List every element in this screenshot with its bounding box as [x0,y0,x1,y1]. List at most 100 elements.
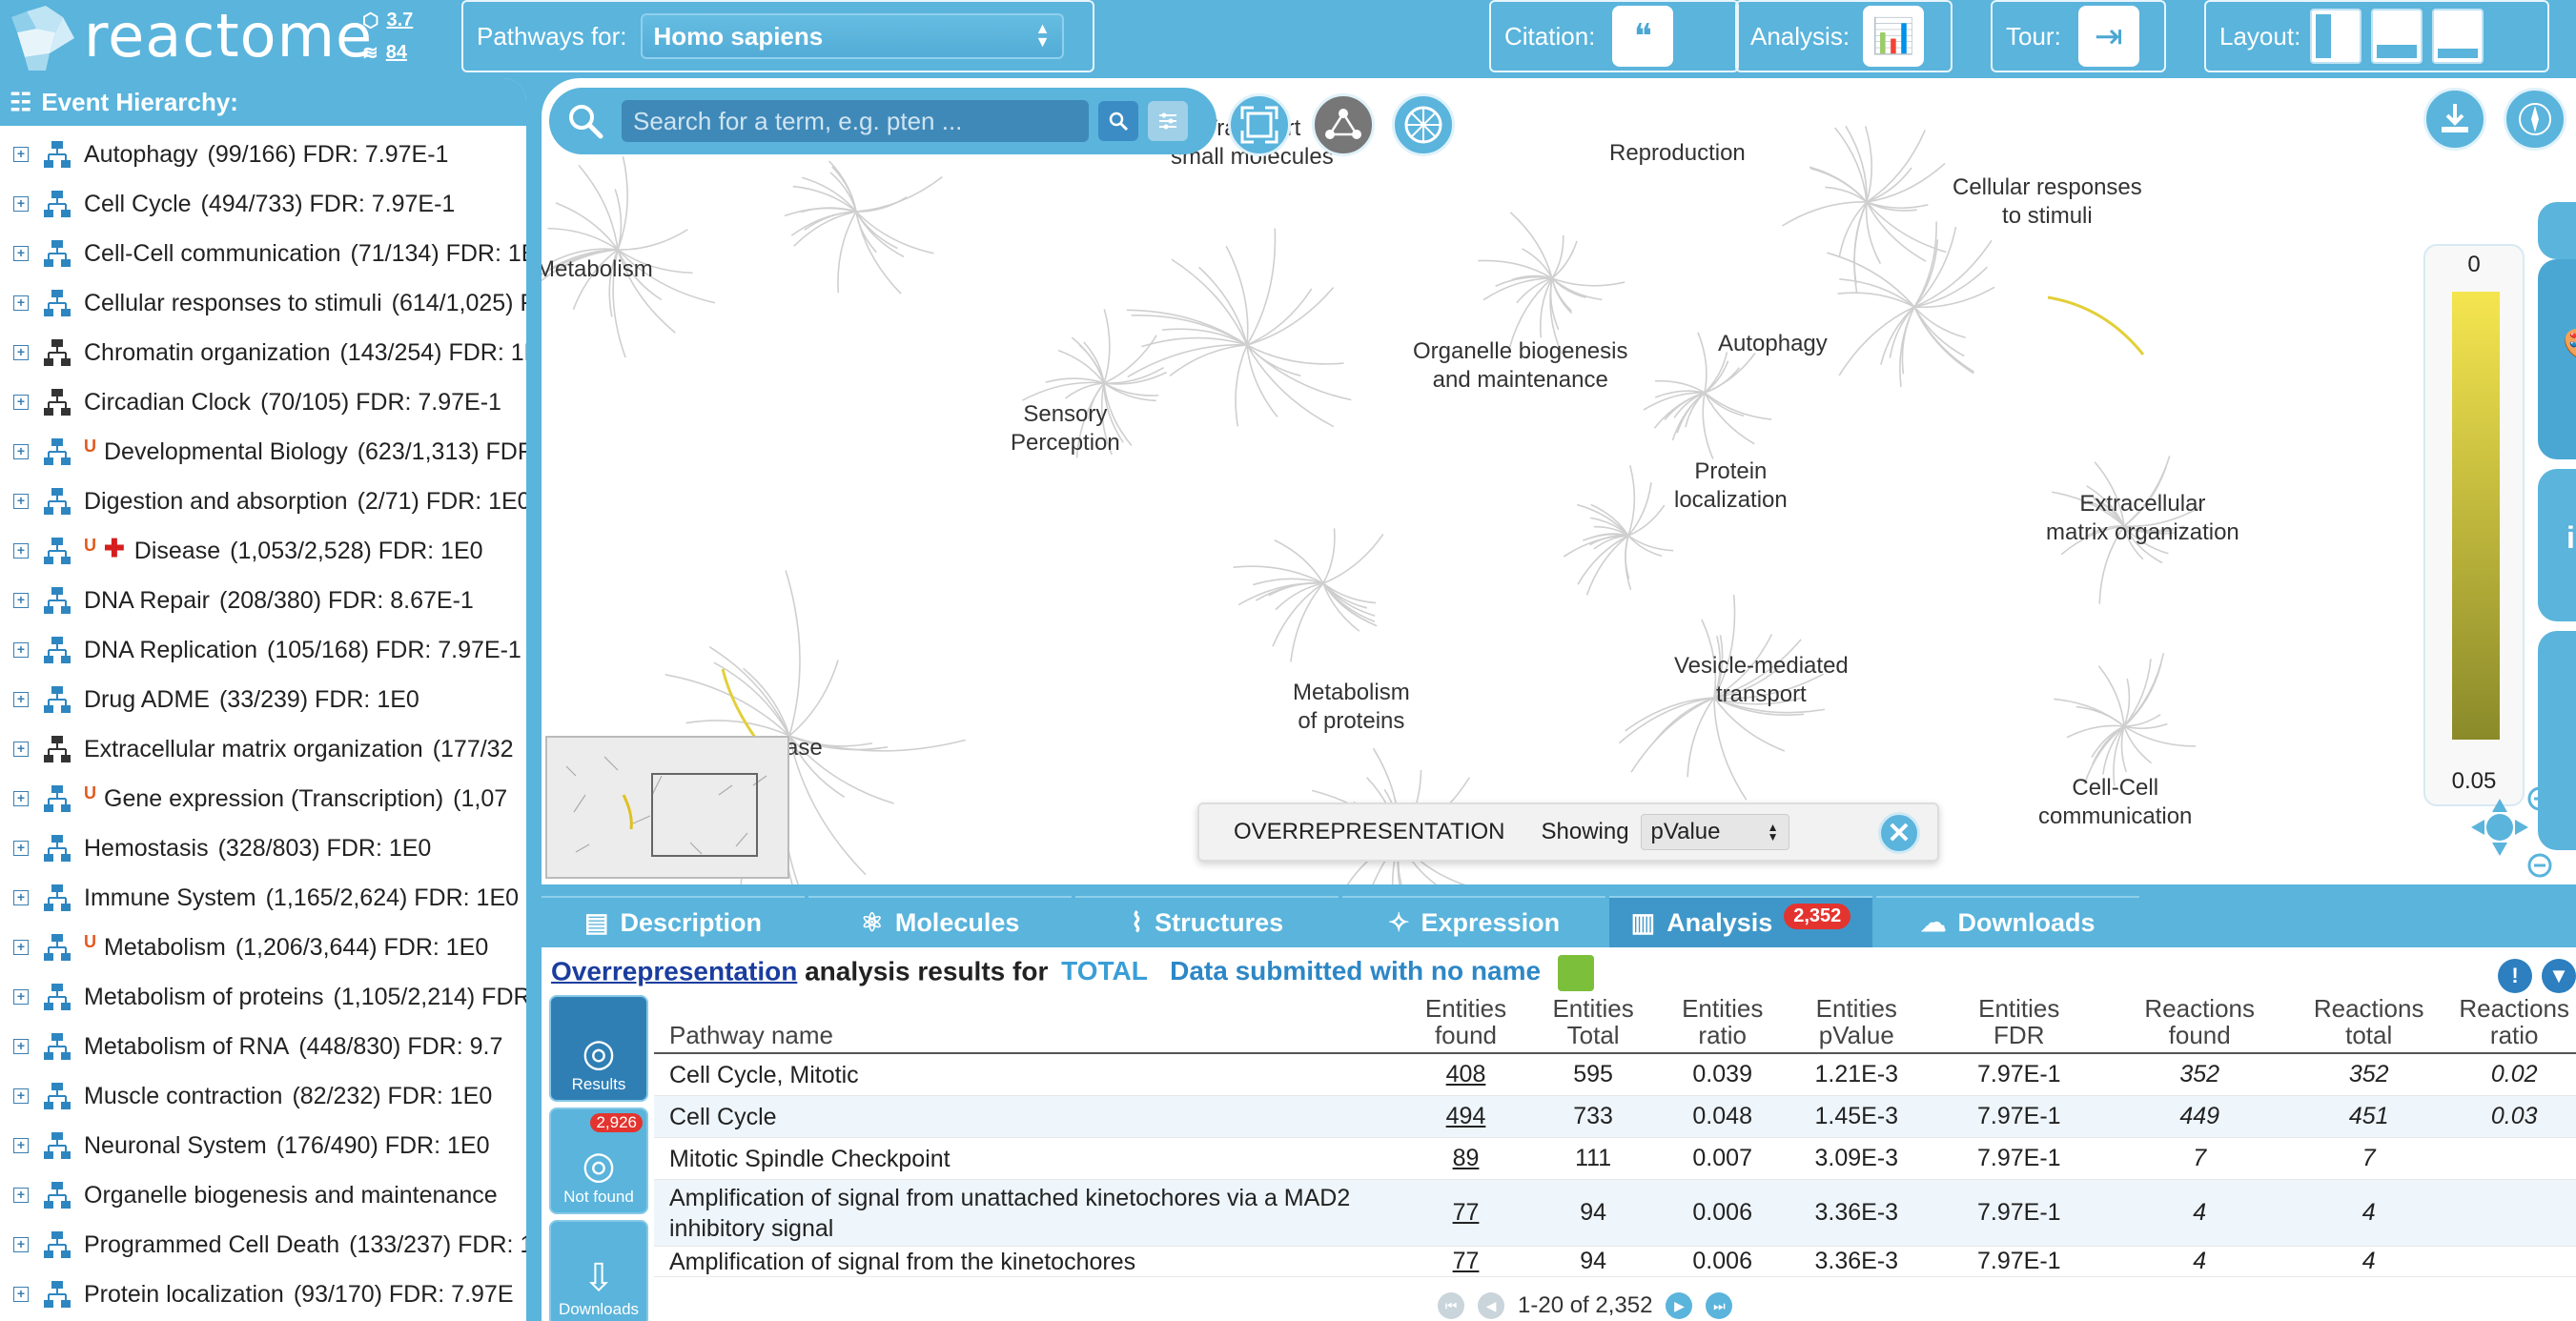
tree-item[interactable]: + Digestion and absorption (2/71) FDR: 1E0 [0,477,526,526]
expand-icon[interactable]: + [13,147,29,162]
side-tab-settings[interactable] [2538,202,2576,259]
species-dropdown[interactable]: Homo sapiens ▲ ▼ [640,13,1064,59]
expand-icon[interactable]: + [13,1138,29,1153]
downloads-button[interactable]: ⇩ Downloads [549,1220,648,1321]
expand-icon[interactable]: + [13,989,29,1005]
table-row[interactable]: Mitotic Spindle Checkpoint 89 111 0.007 3.09… [654,1138,2576,1180]
next-page-icon[interactable]: ▶ [1666,1292,1693,1319]
reactome-logo[interactable]: reactome [8,1,373,72]
tree-item[interactable]: + Metabolism of RNA (448/830) FDR: 9.7 [0,1022,526,1071]
search-button-icon[interactable] [1098,101,1138,141]
tree-item[interactable]: + DNA Replication (105/168) FDR: 7.97E-1 [0,625,526,675]
expand-icon[interactable]: + [13,395,29,410]
prev-page-icon[interactable]: ◀ [1478,1292,1504,1319]
expand-icon[interactable]: + [13,841,29,856]
fit-diagram-icon[interactable] [1228,93,1291,156]
not-found-button[interactable]: 2,926 ◎ Not found [549,1108,648,1214]
tab-description[interactable]: ▤ Description [542,896,805,947]
label-metabolism-proteins[interactable]: Metabolism of proteins [1293,679,1410,736]
expand-icon[interactable]: + [13,742,29,757]
tree-item[interactable]: + U Gene expression (Transcription) (1,07 [0,774,526,823]
label-protein-localization[interactable]: Protein localization [1674,457,1788,515]
expand-icon[interactable]: + [13,246,29,261]
tree-item[interactable]: + Immune System (1,165/2,624) FDR: 1E0 [0,873,526,923]
expand-icon[interactable]: + [13,295,29,311]
entities-found-link[interactable]: 494 [1401,1103,1531,1130]
tree-item[interactable]: + Muscle contraction (82/232) FDR: 1E0 [0,1071,526,1121]
compass-icon[interactable] [2504,88,2566,151]
filter-icon[interactable]: ▼ [2542,959,2576,993]
overrepresentation-link[interactable]: Overrepresentation [551,956,797,986]
search-icon[interactable] [559,94,612,148]
tree-item[interactable]: + U Developmental Biology (623/1,313) FDR: … [0,427,526,477]
column-header[interactable]: Reactions total [2285,995,2452,1048]
tree-item[interactable]: + DNA Repair (208/380) FDR: 8.67E-1 [0,576,526,625]
tree-item[interactable]: + Drug ADME (33/239) FDR: 1E0 [0,675,526,724]
tree-item[interactable]: + Organelle biogenesis and maintenance [0,1170,526,1220]
tree-item[interactable]: + Protein localization (93/170) FDR: 7.97E [0,1270,526,1319]
expand-icon[interactable]: + [13,444,29,459]
network-icon[interactable] [1312,93,1375,156]
label-ecm[interactable]: Extracellular matrix organization [2046,490,2239,547]
tree-item[interactable]: + Metabolism of proteins (1,105/2,214) FDR… [0,972,526,1022]
entities-found-link[interactable]: 408 [1401,1061,1531,1088]
tree-item[interactable]: + Neuronal System (176/490) FDR: 1E0 [0,1121,526,1170]
column-header[interactable]: Entities found [1401,995,1531,1048]
tree-item[interactable]: + Circadian Clock (70/105) FDR: 7.97E-1 [0,377,526,427]
results-button[interactable]: ◎ Results [549,995,648,1102]
entities-found-link[interactable]: 77 [1401,1199,1531,1227]
label-cell-cell[interactable]: Cell-Cell communication [2038,774,2192,831]
column-header[interactable]: Entities pValue [1789,995,1924,1048]
tab-expression[interactable]: ✧ Expression [1342,896,1605,947]
layout-left-icon[interactable] [2310,9,2362,64]
side-tab-illustration[interactable]: 🎨 [2538,259,2576,459]
entities-found-link[interactable]: 77 [1401,1248,1531,1275]
tab-structures[interactable]: ⌇ Structures [1075,896,1339,947]
column-header[interactable]: Entities Total [1530,995,1656,1048]
tab-molecules[interactable]: ⚛ Molecules [808,896,1072,947]
last-page-icon[interactable]: ⏭ [1706,1292,1733,1319]
version-link[interactable]: 3.7 [386,10,413,31]
tree-item[interactable]: + U ✚ Disease (1,053/2,528) FDR: 1E0 [0,526,526,576]
user-data-icon[interactable] [1557,955,1594,991]
expand-icon[interactable]: + [13,1039,29,1054]
expand-icon[interactable]: + [13,642,29,658]
column-header[interactable]: Reactions found [2114,995,2284,1048]
entities-found-link[interactable]: 89 [1401,1145,1531,1172]
navigation-pad[interactable] [2458,785,2553,881]
tab-analysis[interactable]: ▥ Analysis 2,352 [1609,896,1872,947]
expand-icon[interactable]: + [13,593,29,608]
showing-dropdown[interactable]: pValue ▲ ▼ [1640,814,1789,850]
label-disease[interactable]: ase [786,734,823,762]
expand-icon[interactable]: + [13,940,29,955]
label-reproduction[interactable]: Reproduction [1609,139,1746,168]
analysis-tool-icon[interactable]: 📊 [1863,6,1925,67]
label-metabolism[interactable]: Metabolism [542,255,653,284]
reacfoam-icon[interactable] [1392,93,1455,156]
label-autophagy[interactable]: Autophagy [1718,330,1828,358]
expand-icon[interactable]: + [13,1287,29,1302]
column-header[interactable]: Entities ratio [1656,995,1789,1048]
column-header[interactable]: Entities FDR [1924,995,2114,1048]
tree-item[interactable]: + Cell-Cell communication (71/134) FDR: 1E… [0,229,526,278]
table-row[interactable]: Cell Cycle, Mitotic 408 595 0.039 1.21E-3 7.9… [654,1054,2576,1096]
tree-item[interactable]: + Cellular responses to stimuli (614/1,025… [0,278,526,328]
search-options-icon[interactable] [1148,101,1188,141]
tree-item[interactable]: + Autophagy (99/166) FDR: 7.97E-1 [0,130,526,179]
label-sensory[interactable]: Sensory Perception [1011,400,1120,457]
label-organelle[interactable]: Organelle biogenesis and maintenance [1413,337,1627,395]
expand-icon[interactable]: + [13,196,29,212]
expand-icon[interactable]: + [13,543,29,559]
tree-item[interactable]: + Cell Cycle (494/733) FDR: 7.97E-1 [0,179,526,229]
tree-item[interactable]: + Programmed Cell Death (133/237) FDR: 1E0 [0,1220,526,1270]
tree-item[interactable]: + Hemostasis (328/803) FDR: 1E0 [0,823,526,873]
table-row[interactable]: Amplification of signal from the kinetoc… [654,1247,2576,1277]
table-row[interactable]: Cell Cycle 494 733 0.048 1.45E-3 7.97E-1 449 45… [654,1096,2576,1138]
table-row[interactable]: Amplification of signal from unattached … [654,1180,2576,1247]
side-tab-info[interactable]: i [2538,469,2576,621]
tree-item[interactable]: + U Metabolism (1,206/3,644) FDR: 1E0 [0,923,526,972]
download-icon[interactable] [2423,88,2486,151]
expand-icon[interactable]: + [13,494,29,509]
label-vesicle[interactable]: Vesicle-mediated transport [1674,652,1849,709]
tab-downloads[interactable]: ☁ Downloads [1876,896,2139,947]
